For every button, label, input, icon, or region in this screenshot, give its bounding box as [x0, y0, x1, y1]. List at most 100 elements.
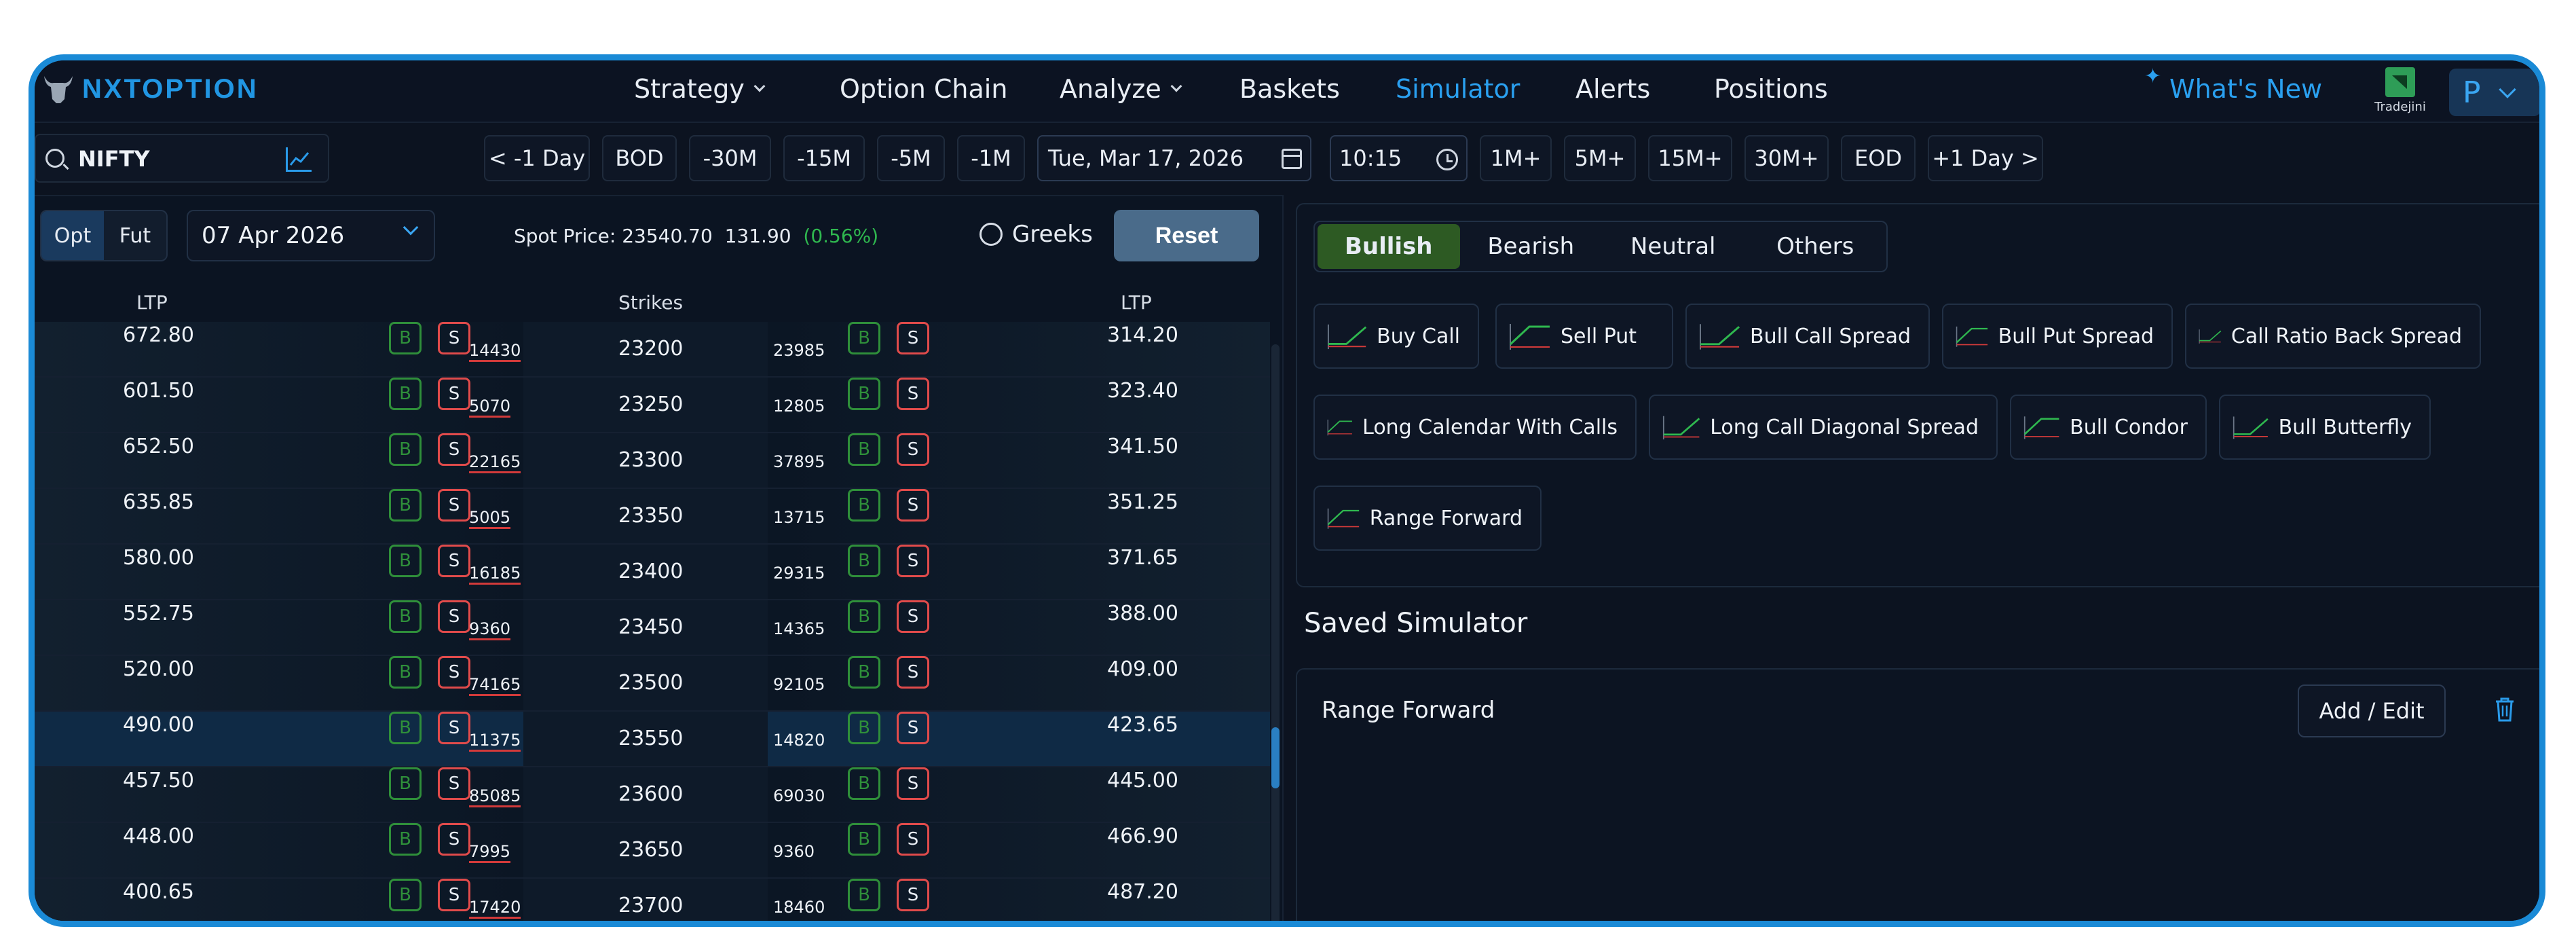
strategy-range-forward[interactable]: Range Forward [1313, 486, 1542, 551]
brand-logo[interactable]: NXTOPTION [41, 69, 259, 109]
call-sell-button[interactable]: S [438, 489, 470, 522]
put-buy-button[interactable]: B [848, 545, 880, 577]
strategy-long-call-diagonal-spread[interactable]: Long Call Diagonal Spread [1649, 395, 1998, 460]
call-buy-button[interactable]: B [389, 767, 422, 800]
put-sell-button[interactable]: S [897, 322, 929, 354]
plus-1-day-button[interactable]: +1 Day > [1928, 135, 2043, 181]
put-buy-button[interactable]: B [848, 656, 880, 689]
minus-15m-button[interactable]: -15M [783, 135, 865, 181]
strategy-bull-call-spread[interactable]: Bull Call Spread [1685, 304, 1930, 369]
put-buy-button[interactable]: B [848, 600, 880, 633]
nav-baskets[interactable]: Baskets [1239, 74, 1340, 104]
call-buy-button[interactable]: B [389, 489, 422, 522]
call-buy-button[interactable]: B [389, 433, 422, 466]
minus-1m-button[interactable]: -1M [957, 135, 1025, 181]
plus-30m-button[interactable]: 30M+ [1744, 135, 1829, 181]
strategy-sell-put[interactable]: Sell Put [1495, 304, 1673, 369]
put-sell-button[interactable]: S [897, 545, 929, 577]
call-sell-button[interactable]: S [438, 545, 470, 577]
call-sell-button[interactable]: S [438, 712, 470, 744]
call-buy-button[interactable]: B [389, 378, 422, 410]
segment-opt[interactable]: Opt [41, 211, 104, 260]
table-row[interactable]: 520.00 B S 74165 23500 92105 B S 409.00 [35, 656, 1270, 712]
strategy-bull-condor[interactable]: Bull Condor [2010, 395, 2207, 460]
strategy-buy-call[interactable]: Buy Call [1313, 304, 1479, 369]
plus-5m-button[interactable]: 5M+ [1564, 135, 1636, 181]
put-sell-button[interactable]: S [897, 879, 929, 911]
call-buy-button[interactable]: B [389, 712, 422, 744]
table-row[interactable]: 400.65 B S 17420 23700 18460 B S 487.20 [35, 879, 1270, 921]
minus-30m-button[interactable]: -30M [689, 135, 771, 181]
minus-5m-button[interactable]: -5M [877, 135, 945, 181]
greeks-radio[interactable] [979, 223, 1003, 246]
strategy-call-ratio-back-spread[interactable]: Call Ratio Back Spread [2185, 304, 2481, 369]
put-sell-button[interactable]: S [897, 767, 929, 800]
put-sell-button[interactable]: S [897, 378, 929, 410]
table-row[interactable]: 552.75 B S 9360 23450 14365 B S 388.00 [35, 600, 1270, 656]
put-buy-button[interactable]: B [848, 767, 880, 800]
call-sell-button[interactable]: S [438, 322, 470, 354]
expiry-select[interactable]: 07 Apr 2026 [187, 210, 435, 261]
call-sell-button[interactable]: S [438, 823, 470, 856]
nav-strategy[interactable]: Strategy [634, 74, 766, 104]
nav-positions[interactable]: Positions [1714, 74, 1828, 104]
call-buy-button[interactable]: B [389, 545, 422, 577]
table-row[interactable]: 490.00 B S 11375 23550 14820 B S 423.65 [35, 712, 1270, 767]
put-buy-button[interactable]: B [848, 712, 880, 744]
put-sell-button[interactable]: S [897, 433, 929, 466]
strategy-bull-put-spread[interactable]: Bull Put Spread [1942, 304, 2173, 369]
call-buy-button[interactable]: B [389, 322, 422, 354]
table-row[interactable]: 672.80 B S 14430 23200 23985 B S 314.20 [35, 322, 1270, 378]
call-sell-button[interactable]: S [438, 656, 470, 689]
nav-simulator[interactable]: Simulator [1396, 74, 1520, 104]
call-sell-button[interactable]: S [438, 600, 470, 633]
put-buy-button[interactable]: B [848, 879, 880, 911]
strategy-bull-butterfly[interactable]: Bull Butterfly [2219, 395, 2431, 460]
put-buy-button[interactable]: B [848, 433, 880, 466]
put-sell-button[interactable]: S [897, 712, 929, 744]
nav-alerts[interactable]: Alerts [1575, 74, 1650, 104]
call-sell-button[interactable]: S [438, 378, 470, 410]
profile-menu[interactable]: P [2449, 69, 2539, 116]
table-row[interactable]: 652.50 B S 22165 23300 37895 B S 341.50 [35, 433, 1270, 489]
chart-icon[interactable] [286, 147, 312, 172]
put-sell-button[interactable]: S [897, 823, 929, 856]
put-buy-button[interactable]: B [848, 489, 880, 522]
date-picker[interactable]: Tue, Mar 17, 2026 [1037, 135, 1311, 181]
table-row[interactable]: 601.50 B S 5070 23250 12805 B S 323.40 [35, 378, 1270, 433]
time-picker[interactable]: 10:15 [1330, 135, 1468, 181]
tab-neutral[interactable]: Neutral [1602, 224, 1744, 269]
nav-option-chain[interactable]: Option Chain [840, 74, 1007, 104]
tab-others[interactable]: Others [1744, 224, 1887, 269]
put-buy-button[interactable]: B [848, 378, 880, 410]
nav-analyze[interactable]: Analyze [1060, 74, 1182, 104]
call-sell-button[interactable]: S [438, 433, 470, 466]
table-row[interactable]: 448.00 B S 7995 23650 9360 B S 466.90 [35, 823, 1270, 879]
call-sell-button[interactable]: S [438, 879, 470, 911]
segment-fut[interactable]: Fut [104, 211, 166, 260]
table-row[interactable]: 580.00 B S 16185 23400 29315 B S 371.65 [35, 545, 1270, 600]
call-sell-button[interactable]: S [438, 767, 470, 800]
scrollbar-thumb[interactable] [1271, 727, 1280, 788]
strategy-long-calendar-with-calls[interactable]: Long Calendar With Calls [1313, 395, 1637, 460]
call-buy-button[interactable]: B [389, 656, 422, 689]
put-buy-button[interactable]: B [848, 322, 880, 354]
table-row[interactable]: 635.85 B S 5005 23350 13715 B S 351.25 [35, 489, 1270, 545]
put-sell-button[interactable]: S [897, 489, 929, 522]
broker-badge[interactable]: Tradejini [2366, 67, 2434, 114]
put-sell-button[interactable]: S [897, 656, 929, 689]
call-buy-button[interactable]: B [389, 879, 422, 911]
bod-button[interactable]: BOD [602, 135, 677, 181]
eod-button[interactable]: EOD [1841, 135, 1916, 181]
table-row[interactable]: 457.50 B S 85085 23600 69030 B S 445.00 [35, 767, 1270, 823]
call-buy-button[interactable]: B [389, 600, 422, 633]
trash-icon[interactable] [2495, 697, 2515, 723]
symbol-search-input[interactable] [78, 145, 282, 173]
whats-new-link[interactable]: What's New [2169, 74, 2322, 104]
tab-bearish[interactable]: Bearish [1460, 224, 1603, 269]
scrollbar-track[interactable] [1271, 344, 1280, 921]
plus-15m-button[interactable]: 15M+ [1648, 135, 1732, 181]
greeks-toggle[interactable]: Greeks [979, 221, 1093, 248]
tab-bullish[interactable]: Bullish [1318, 224, 1460, 269]
put-buy-button[interactable]: B [848, 823, 880, 856]
